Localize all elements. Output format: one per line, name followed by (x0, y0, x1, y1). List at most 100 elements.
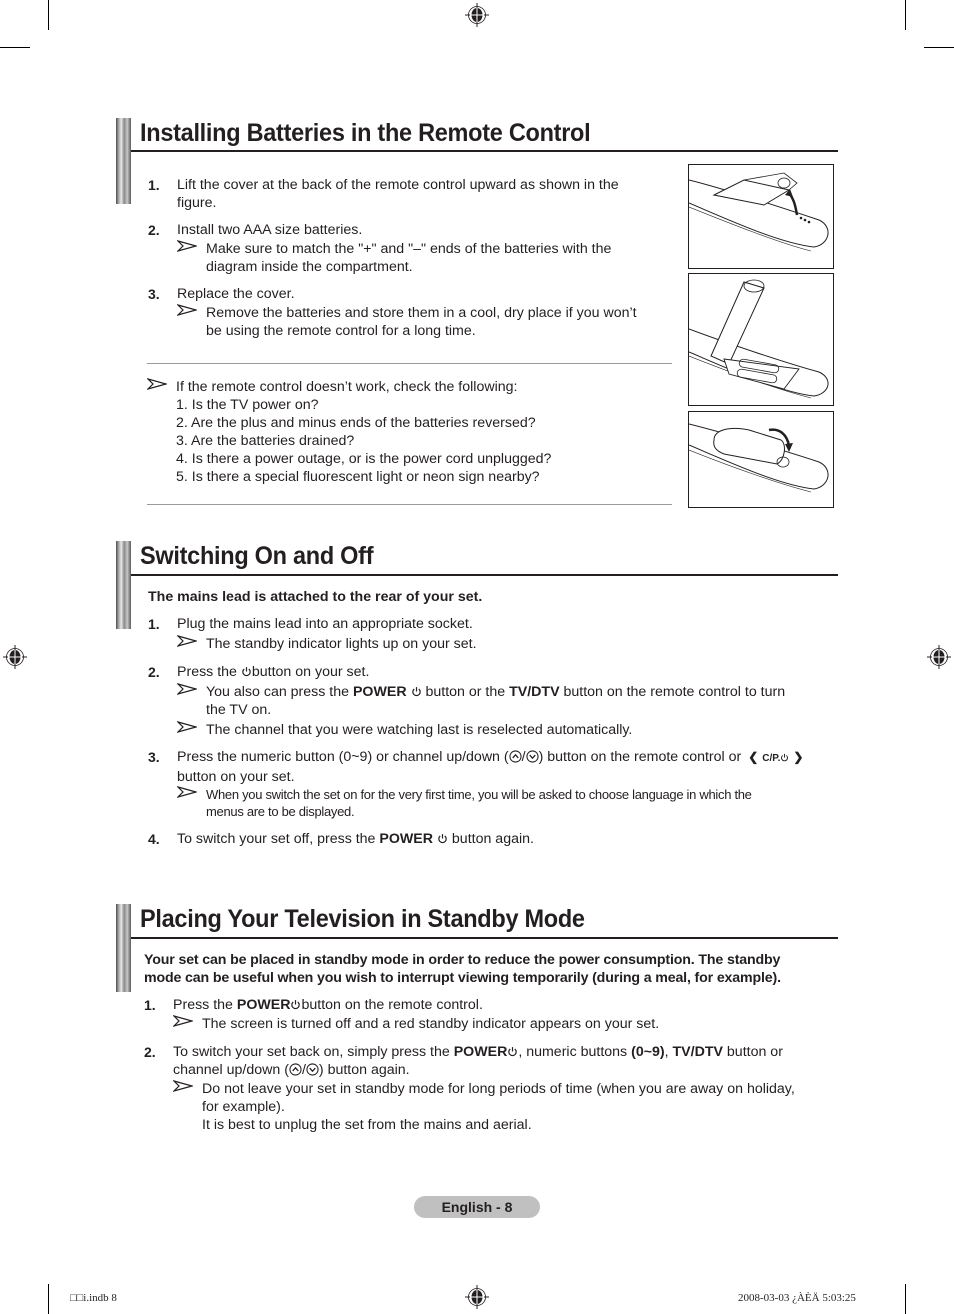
section-title-batteries: Installing Batteries in the Remote Contr… (140, 119, 591, 147)
text-run: To switch your set off, press the (177, 831, 380, 847)
note-text: The screen is turned off and a red stand… (202, 1016, 660, 1032)
section-title-switching: Switching On and Off (140, 542, 374, 570)
text-run: button on the remote control to turn (559, 684, 786, 700)
step-number: 2. (148, 664, 160, 680)
note-line: Remove the batteries and store them in a… (206, 305, 637, 321)
crop-mark (924, 47, 954, 48)
power-icon (411, 686, 422, 697)
divider (147, 504, 672, 505)
remote-batteries-installed-figure (688, 273, 834, 406)
power-icon (507, 1046, 518, 1057)
troubleshoot-item: 3. Are the batteries drained? (176, 433, 355, 449)
section-rule (131, 150, 838, 152)
crop-mark (48, 1284, 49, 1314)
chevron-right-icon: ❯ (793, 750, 804, 764)
numeric-buttons-label: (0~9) (631, 1044, 665, 1060)
note-arrow-icon (177, 635, 197, 647)
power-icon (241, 666, 252, 677)
step-text-line: To switch your set back on, simply press… (173, 1043, 833, 1061)
remote-cover-lift-figure (688, 164, 834, 269)
step-text: Plug the mains lead into an appropriate … (177, 616, 473, 632)
troubleshoot-item: 4. Is there a power outage, or is the po… (176, 451, 552, 467)
remote-illustration (688, 423, 829, 493)
text-run: , numeric buttons (518, 1044, 632, 1060)
remote-illustration (688, 172, 829, 252)
text-run: button on the remote control. (301, 997, 483, 1013)
note-arrow-icon (173, 1015, 193, 1027)
troubleshoot-item: 2. Are the plus and minus ends of the ba… (176, 415, 536, 431)
print-slug-filename: □□i.indb 8 (70, 1292, 117, 1304)
step-number: 1. (144, 997, 156, 1013)
text-run: button or the (421, 684, 510, 700)
step-number: 3. (148, 749, 160, 765)
crop-mark (48, 0, 49, 30)
step-text-line: figure. (177, 195, 217, 211)
divider (147, 363, 672, 364)
power-button-label: POWER (236, 997, 291, 1013)
note-arrow-icon (177, 786, 197, 798)
step-text: Press the POWER button on the remote cont… (173, 996, 483, 1014)
note-arrow-icon (177, 721, 197, 733)
channel-up-icon (509, 750, 522, 763)
text-run: Press the (177, 664, 241, 680)
text-run: ) button on the remote control or (538, 749, 742, 765)
note-text: When you switch the set on for the very … (206, 786, 752, 820)
note-arrow-icon (177, 240, 197, 252)
step-text: Press the numeric button (0~9) or channe… (177, 748, 837, 786)
note-line: be using the remote control for a long t… (206, 323, 476, 339)
crop-mark (905, 0, 906, 30)
step-text: To switch your set off, press the POWER … (177, 830, 534, 848)
note-line: When you switch the set on for the very … (206, 787, 752, 802)
note-text: The standby indicator lights up on your … (206, 636, 477, 652)
section-marker-bar (116, 904, 131, 992)
step-text: Install two AAA size batteries. (177, 222, 363, 238)
step-text: Lift the cover at the back of the remote… (177, 176, 619, 212)
power-button-label: POWER (379, 831, 434, 847)
step-number: 2. (148, 222, 160, 238)
text-run: Press the numeric button (0~9) or channe… (177, 749, 509, 765)
text-run: button again. (447, 831, 534, 847)
registration-mark-icon (3, 645, 27, 669)
step-text-line: Lift the cover at the back of the remote… (177, 177, 619, 193)
text-run: ) button again. (318, 1062, 410, 1078)
intro-line: mode can be useful when you wish to inte… (144, 970, 781, 986)
registration-mark-icon (465, 3, 489, 27)
note-line: diagram inside the compartment. (206, 259, 413, 275)
section-title-standby: Placing Your Television in Standby Mode (140, 905, 585, 933)
power-icon (437, 833, 448, 844)
section-marker-bar (116, 118, 131, 204)
channel-up-icon (289, 1063, 302, 1076)
note-text: You also can press the POWER button or t… (206, 683, 826, 719)
troubleshoot-item: 1. Is the TV power on? (176, 397, 319, 413)
note-line: You also can press the POWER button or t… (206, 683, 826, 701)
step-text: To switch your set back on, simply press… (173, 1043, 833, 1079)
note-arrow-icon (177, 683, 197, 695)
note-text: Do not leave your set in standby mode fo… (202, 1080, 842, 1134)
note-line: Make sure to match the "+" and "–" ends … (206, 241, 612, 257)
intro-line: Your set can be placed in standby mode i… (144, 952, 781, 968)
section-rule (131, 937, 838, 939)
registration-mark-icon (465, 1285, 489, 1309)
step-number: 2. (144, 1044, 156, 1060)
power-button-label: POWER (352, 684, 407, 700)
step-text-line: button on your set. (177, 769, 295, 785)
step-number: 1. (148, 616, 160, 632)
troubleshoot-intro: If the remote control doesn’t work, chec… (176, 379, 518, 395)
tvdtv-button-label: TV/DTV (509, 684, 560, 700)
remote-cover-replace-figure (688, 411, 834, 508)
note-line: It is best to unplug the set from the ma… (202, 1117, 532, 1133)
crop-mark (905, 1284, 906, 1314)
step-number: 1. (148, 177, 160, 193)
note-text: The channel that you were watching last … (206, 722, 633, 738)
text-run: You also can press the (206, 684, 353, 700)
channel-down-icon (306, 1063, 319, 1076)
registration-mark-icon (927, 645, 951, 669)
power-icon (290, 999, 301, 1010)
note-text: Remove the batteries and store them in a… (206, 304, 637, 340)
crop-mark (0, 47, 30, 48)
note-arrow-icon (177, 304, 197, 316)
step-text-line: Press the numeric button (0~9) or channe… (177, 748, 837, 768)
tvdtv-button-label: TV/DTV (672, 1044, 723, 1060)
text-run: button on your set. (251, 664, 370, 680)
text-run: channel up/down ( (173, 1062, 289, 1078)
